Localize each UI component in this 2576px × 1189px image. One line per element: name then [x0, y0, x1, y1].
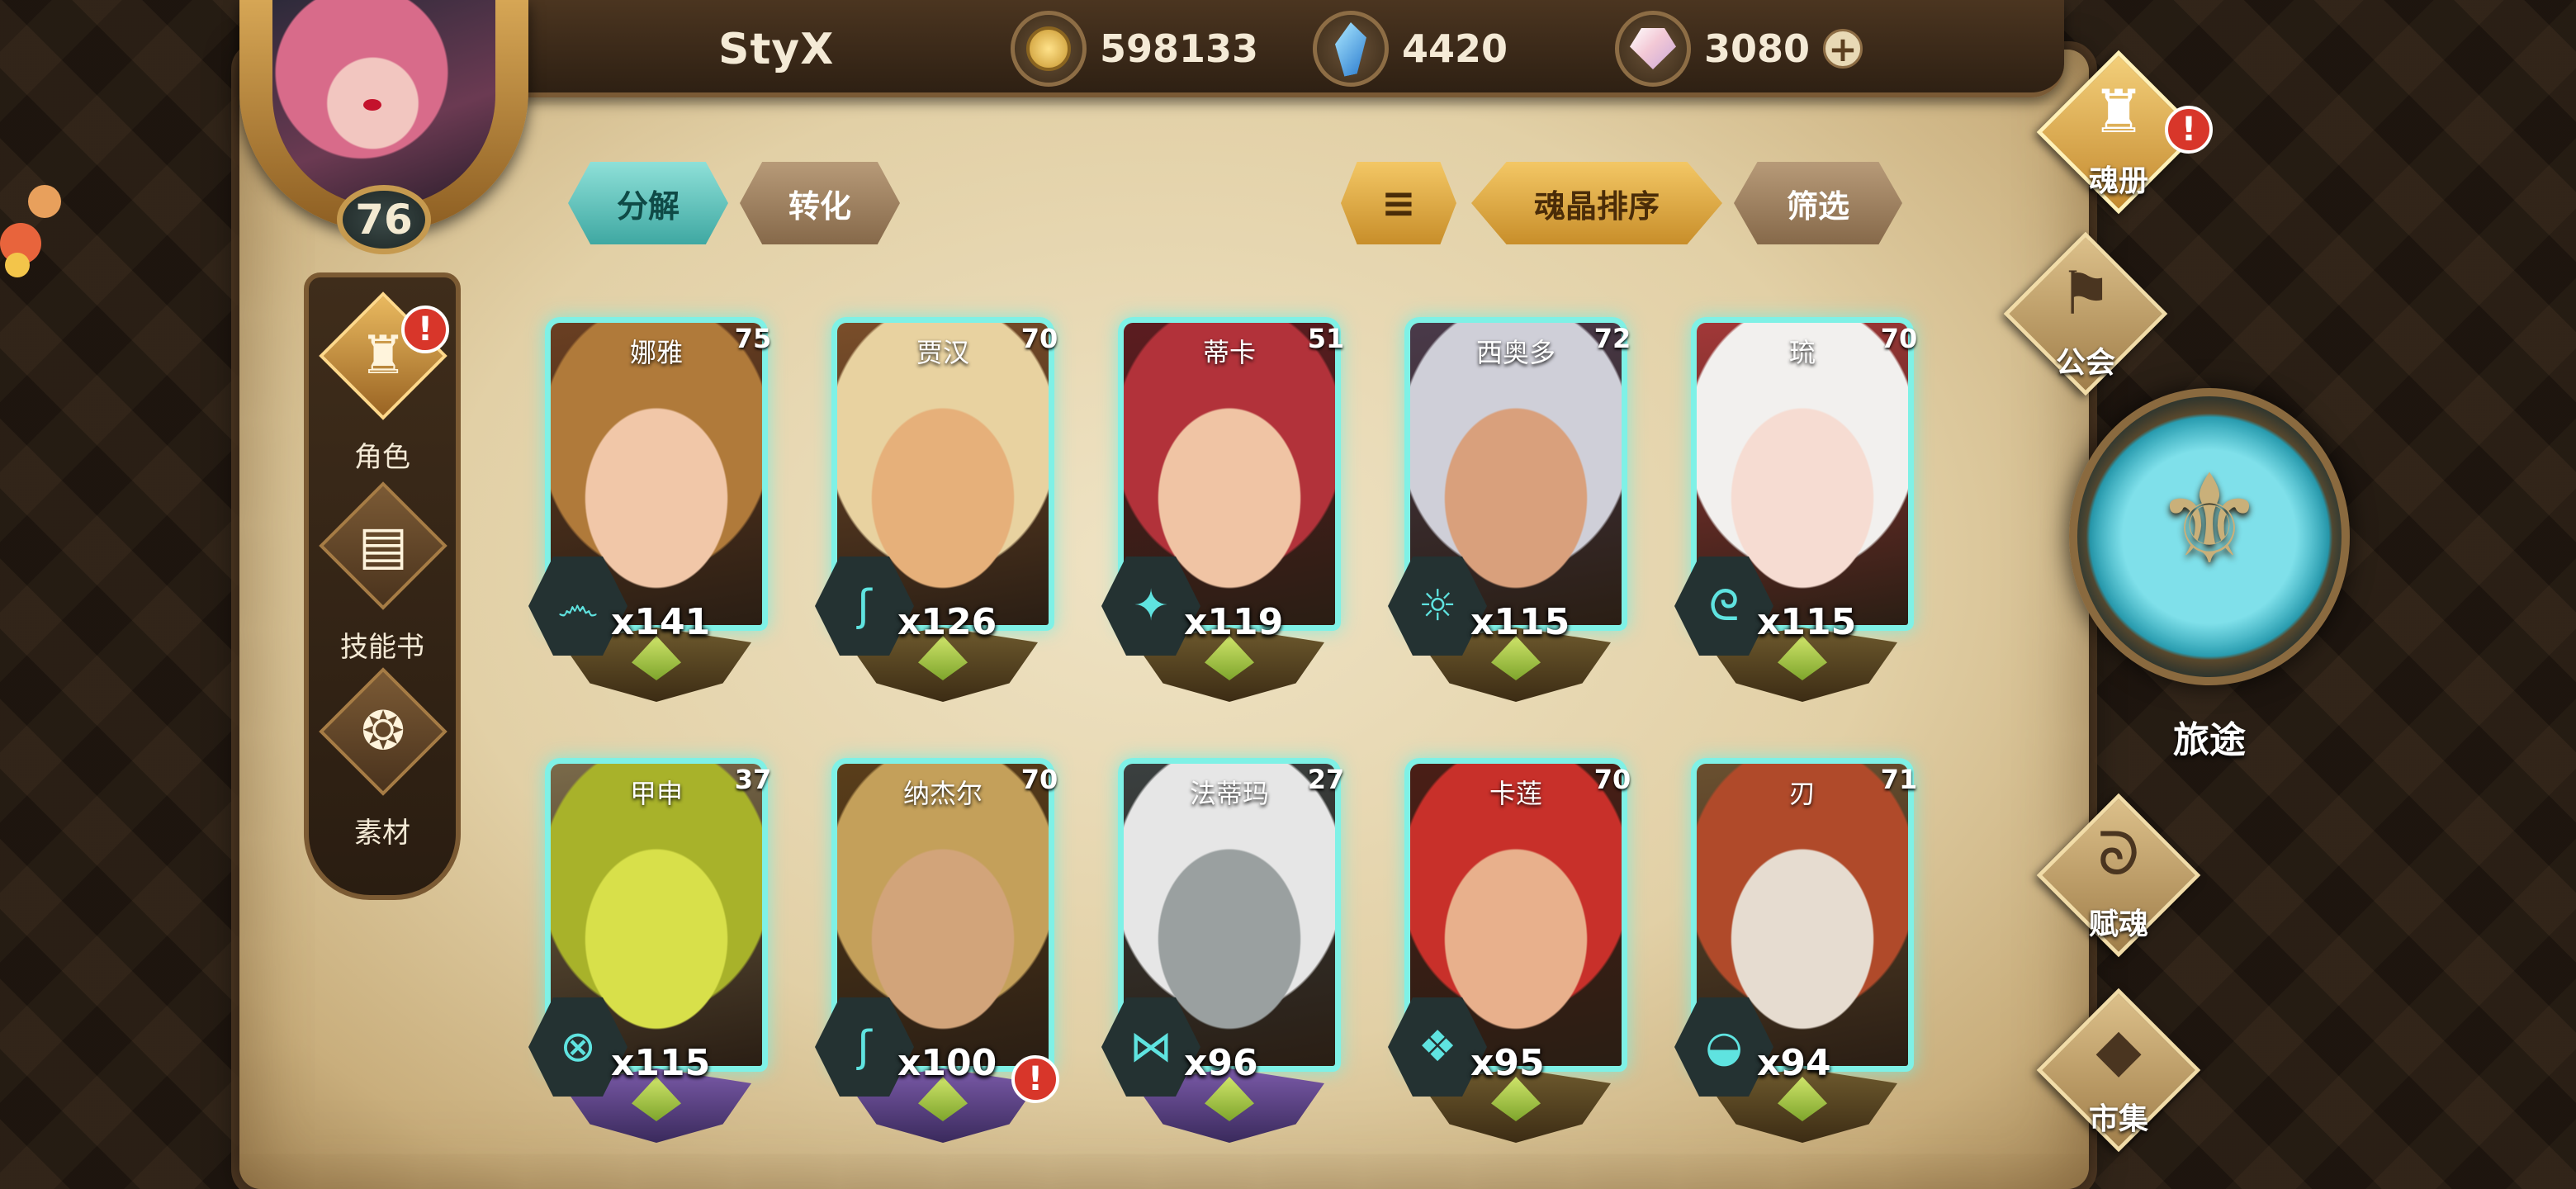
- player-avatar-button[interactable]: 76: [239, 0, 528, 272]
- hero-level-badge: 70: [1006, 746, 1073, 812]
- guild-button[interactable]: ⚑ 公会: [1978, 231, 2193, 405]
- menu-item-skill-book[interactable]: ▤ 技能书: [309, 481, 456, 674]
- side-ornament: [0, 173, 61, 297]
- hero-level-badge: 71: [1866, 746, 1932, 812]
- guild-flag-icon: ⚑: [2058, 258, 2113, 328]
- hero-card[interactable]: 甲申 37 ⊗ x115: [528, 758, 776, 1146]
- left-menu: ♜ ! 角色 ▤ 技能书 ❂ 素材: [304, 272, 461, 900]
- hero-soul-count: x95: [1470, 1042, 1545, 1084]
- market-button[interactable]: ◆ 市集: [2011, 988, 2226, 1161]
- hero-soul-count: x100: [897, 1042, 997, 1084]
- hero-card[interactable]: 法蒂玛 27 ⋈ x96: [1101, 758, 1349, 1146]
- crystal-value: 4420: [1402, 26, 1508, 71]
- hero-card[interactable]: 西奥多 72 ☼ x115: [1388, 317, 1636, 705]
- menu-label-character: 角色: [354, 441, 410, 474]
- menu-item-material[interactable]: ❂ 素材: [309, 667, 456, 860]
- hero-level-badge: 72: [1579, 306, 1646, 372]
- hero-soul-count: x94: [1757, 1042, 1831, 1084]
- gold-value: 598133: [1100, 26, 1259, 71]
- guild-label: 公会: [2055, 346, 2115, 380]
- pink-gem-icon: [1615, 11, 1691, 87]
- alert-badge: !: [401, 306, 449, 353]
- tab-decompose[interactable]: 分解: [568, 162, 728, 244]
- gem-currency: 3080 +: [1615, 11, 1863, 87]
- soul-book-icon: ♜: [2091, 77, 2146, 146]
- menu-label-material: 素材: [354, 817, 410, 850]
- filter-button[interactable]: 筛选: [1734, 162, 1902, 244]
- journey-emblem-icon: ⚜: [2153, 448, 2266, 592]
- skill-book-icon: ▤: [358, 515, 409, 576]
- hero-level-badge: 70: [1866, 306, 1932, 372]
- sort-direction-button[interactable]: ≡: [1341, 162, 1456, 244]
- blue-crystal-icon: [1313, 11, 1389, 87]
- hero-soul-count: x115: [1470, 601, 1570, 643]
- hero-soul-count: x126: [897, 601, 997, 643]
- soul-swirl-icon: ᘐ: [2097, 819, 2140, 888]
- journey-label: 旅途: [2173, 719, 2246, 761]
- hero-card[interactable]: 刃 71 ◒ x94: [1674, 758, 1922, 1146]
- hero-soul-count: x115: [1757, 601, 1857, 643]
- hero-card[interactable]: 纳杰尔 70 ʃ x100!: [815, 758, 1063, 1146]
- player-level-badge: 76: [337, 185, 431, 254]
- market-label: 市集: [2088, 1102, 2148, 1136]
- game-scene: StyX 598133 4420 3080 + 76 ♜ ! 角色 ▤ 技能书: [0, 0, 2576, 1189]
- gold-currency: 598133: [1011, 11, 1259, 87]
- hero-card[interactable]: 娜雅 75 ෴ x141: [528, 317, 776, 705]
- player-name: StyX: [718, 25, 835, 74]
- menu-item-character[interactable]: ♜ ! 角色: [309, 291, 456, 484]
- hero-card[interactable]: 蒂卡 51 ✦ x119: [1101, 317, 1349, 705]
- soul-gift-label: 赋魂: [2088, 907, 2148, 941]
- menu-label-skill-book: 技能书: [340, 631, 424, 664]
- market-gem-icon: ◆: [2095, 1015, 2142, 1084]
- hero-level-badge: 70: [1006, 306, 1073, 372]
- material-icon: ❂: [361, 701, 405, 762]
- alert-badge: !: [2165, 106, 2213, 154]
- hero-level-badge: 27: [1293, 746, 1359, 812]
- hero-soul-count: x96: [1184, 1042, 1258, 1084]
- journey-button[interactable]: ⚜ 旅途: [2061, 380, 2358, 776]
- hero-card[interactable]: 卡莲 70 ❖ x95: [1388, 758, 1636, 1146]
- soul-gift-button[interactable]: ᘐ 赋魂: [2011, 793, 2226, 966]
- alert-badge: !: [1011, 1055, 1059, 1103]
- soul-book-button[interactable]: ♜ ! 魂册: [2011, 50, 2226, 223]
- hero-card[interactable]: 琉 70 ᘓ x115: [1674, 317, 1922, 705]
- hero-card[interactable]: 贾汉 70 ʃ x126: [815, 317, 1063, 705]
- gold-coin-icon: [1011, 11, 1087, 87]
- soul-book-label: 魂册: [2088, 164, 2148, 198]
- add-gem-button[interactable]: +: [1823, 29, 1863, 69]
- gem-value: 3080: [1704, 26, 1811, 71]
- hero-level-badge: 70: [1579, 746, 1646, 812]
- hero-soul-count: x119: [1184, 601, 1284, 643]
- hero-level-badge: 51: [1293, 306, 1359, 372]
- hero-soul-count: x115: [611, 1042, 711, 1084]
- tab-transform[interactable]: 转化: [740, 162, 900, 244]
- sort-by-soul-crystal-button[interactable]: 魂晶排序: [1471, 162, 1722, 244]
- hero-soul-count: x141: [611, 601, 711, 643]
- crystal-currency: 4420: [1313, 11, 1508, 87]
- hero-level-badge: 37: [720, 746, 786, 812]
- hero-level-badge: 75: [720, 306, 786, 372]
